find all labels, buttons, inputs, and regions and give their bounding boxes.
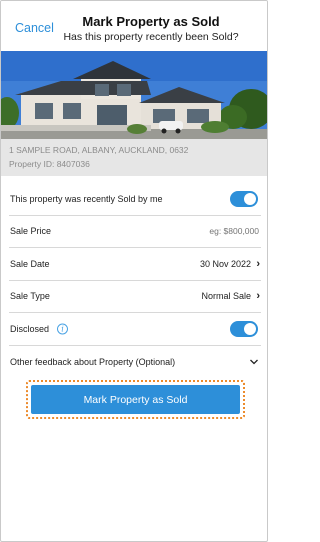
disclosed-toggle[interactable]: [230, 320, 258, 337]
sale-price-label: Sale Price: [10, 226, 52, 237]
sale-date-row[interactable]: Sale Date 30 Nov 2022 ›: [9, 248, 261, 281]
page-title: Mark Property as Sold: [82, 14, 220, 29]
chevron-right-icon: ›: [256, 290, 260, 303]
mark-sold-button[interactable]: Mark Property as Sold: [31, 385, 240, 414]
disclosed-label: Disclosed: [10, 323, 50, 334]
feedback-label: Other feedback about Property (Optional): [10, 356, 176, 367]
chevron-down-icon: [250, 359, 258, 365]
disclosed-row: Disclosed i: [9, 313, 261, 346]
sold-by-me-row: This property was recently Sold by me: [9, 183, 261, 216]
address-strip: 1 SAMPLE ROAD, ALBANY, AUCKLAND, 0632 Pr…: [1, 139, 267, 176]
sale-type-row[interactable]: Sale Type Normal Sale ›: [9, 281, 261, 313]
sale-date-label: Sale Date: [10, 258, 50, 269]
property-id: Property ID: 8407036: [9, 159, 90, 169]
screen: Cancel Mark Property as Sold Has this pr…: [0, 0, 268, 542]
property-address: 1 SAMPLE ROAD, ALBANY, AUCKLAND, 0632: [9, 145, 189, 155]
sold-by-me-toggle[interactable]: [230, 190, 258, 207]
sale-price-input[interactable]: [119, 226, 259, 237]
toggle-knob: [244, 192, 256, 205]
toggle-knob: [244, 322, 256, 335]
page-subtitle: Has this property recently been Sold?: [63, 31, 239, 43]
submit-focus-ring: Mark Property as Sold: [26, 380, 245, 419]
sale-date-value: 30 Nov 2022: [199, 258, 251, 269]
sold-form: This property was recently Sold by me Sa…: [9, 183, 261, 378]
sale-type-value: Normal Sale: [201, 291, 251, 302]
house-photo: [1, 51, 267, 139]
sale-type-label: Sale Type: [10, 291, 50, 302]
header: Cancel Mark Property as Sold Has this pr…: [1, 1, 267, 47]
chevron-right-icon: ›: [256, 257, 260, 270]
sold-by-me-label: This property was recently Sold by me: [10, 193, 163, 204]
info-icon[interactable]: i: [57, 323, 68, 335]
feedback-row[interactable]: Other feedback about Property (Optional): [9, 346, 261, 379]
sale-price-row: Sale Price: [9, 216, 261, 248]
